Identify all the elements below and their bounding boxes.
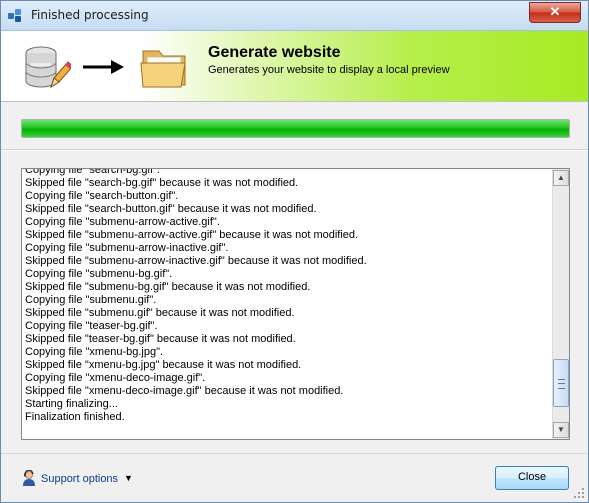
support-options-label: Support options bbox=[41, 473, 119, 485]
finished-processing-dialog: Finished processing ✕ Generate website G… bbox=[0, 0, 589, 503]
window-title: Finished processing bbox=[31, 8, 149, 22]
log-scrollbar[interactable]: ▲ ▼ bbox=[552, 169, 569, 439]
header-banner: Generate website Generates your website … bbox=[1, 31, 588, 102]
divider bbox=[1, 149, 588, 151]
window-close-button[interactable]: ✕ bbox=[529, 2, 581, 23]
progress-bar bbox=[21, 119, 570, 138]
log-line: Finalization finished. bbox=[25, 411, 125, 423]
log-line: Skipped file "xmenu-bg.jpg" because it w… bbox=[25, 359, 302, 371]
log-line: Copying file "xmenu-deco-image.gif". bbox=[25, 372, 206, 384]
log-line: Skipped file "xmenu-deco-image.gif" beca… bbox=[25, 385, 344, 397]
log-line: Copying file "xmenu-bg.jpg". bbox=[25, 346, 164, 358]
footer-divider bbox=[1, 453, 588, 454]
log-line: Copying file "search-button.gif". bbox=[25, 190, 179, 202]
header-subtitle: Generates your website to display a loca… bbox=[208, 64, 450, 76]
log-line: Copying file "submenu-arrow-active.gif". bbox=[25, 216, 220, 228]
grip-icon bbox=[558, 379, 565, 389]
close-button[interactable]: Close bbox=[495, 466, 569, 490]
header-title: Generate website bbox=[208, 44, 341, 61]
log-line: Skipped file "submenu.gif" because it wa… bbox=[25, 307, 295, 319]
right-arrow-icon bbox=[83, 60, 124, 74]
scroll-down-button[interactable]: ▼ bbox=[553, 422, 569, 438]
log-line: Copying file "submenu-arrow-inactive.gif… bbox=[25, 242, 229, 254]
resize-grip-icon[interactable] bbox=[573, 487, 585, 499]
chevron-down-icon: ▼ bbox=[124, 473, 133, 483]
log-line: Copying file "teaser-bg.gif". bbox=[25, 320, 158, 332]
log-output[interactable]: Copying file "search-bg.gif". Skipped fil… bbox=[21, 168, 570, 440]
log-line: Skipped file "teaser-bg.gif" because it … bbox=[25, 333, 296, 345]
log-line: Starting finalizing... bbox=[25, 398, 118, 410]
log-line: Skipped file "submenu-arrow-active.gif" … bbox=[25, 229, 359, 241]
scroll-thumb[interactable] bbox=[553, 359, 569, 407]
log-line: Copying file "submenu.gif". bbox=[25, 294, 157, 306]
app-icon bbox=[8, 9, 21, 22]
progress-fill bbox=[22, 120, 569, 137]
scroll-up-button[interactable]: ▲ bbox=[553, 170, 569, 186]
log-lines: Copying file "search-bg.gif". Skipped fil… bbox=[25, 168, 550, 424]
log-line: Skipped file "submenu-bg.gif" because it… bbox=[25, 281, 311, 293]
support-person-icon bbox=[23, 470, 35, 486]
log-line: Skipped file "search-bg.gif" because it … bbox=[25, 177, 299, 189]
database-edit-icon bbox=[25, 46, 71, 89]
title-bar[interactable]: Finished processing ✕ bbox=[1, 1, 588, 31]
log-line: Copying file "search-bg.gif". bbox=[25, 168, 160, 176]
folder-icon bbox=[140, 50, 186, 88]
log-line: Skipped file "search-button.gif" because… bbox=[25, 203, 317, 215]
log-line: Skipped file "submenu-arrow-inactive.gif… bbox=[25, 255, 367, 267]
log-line: Copying file "submenu-bg.gif". bbox=[25, 268, 173, 280]
